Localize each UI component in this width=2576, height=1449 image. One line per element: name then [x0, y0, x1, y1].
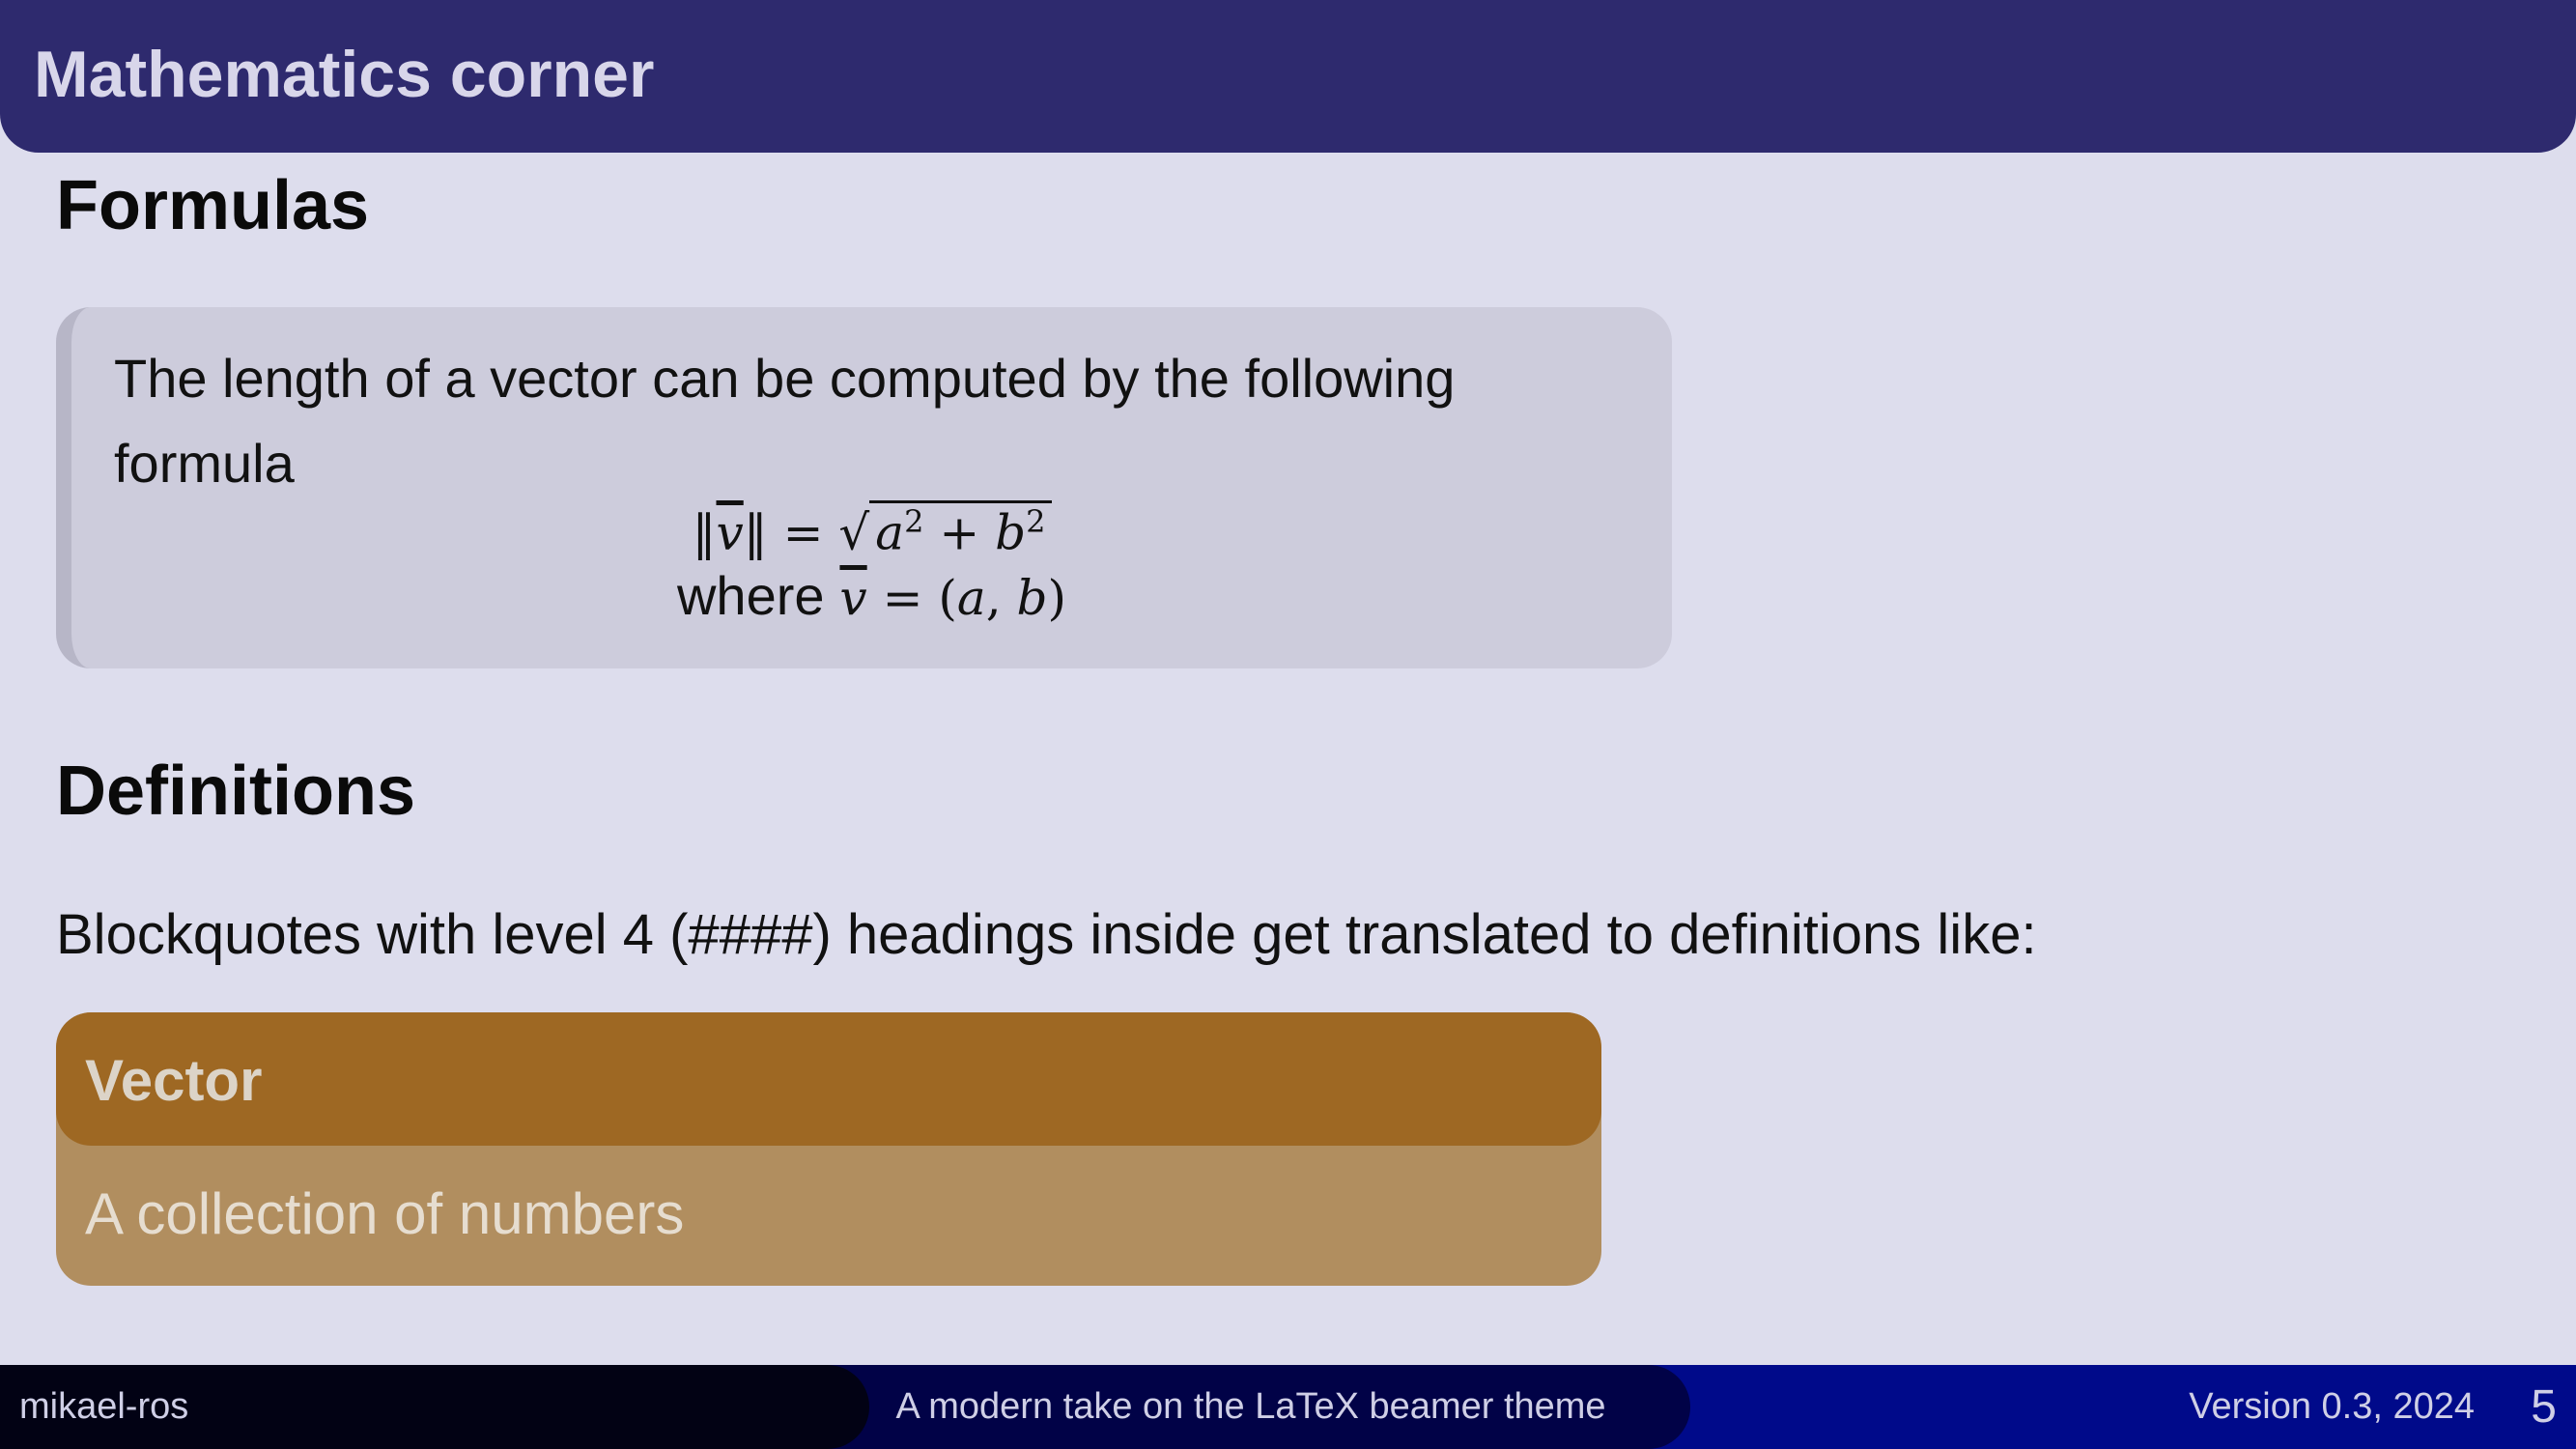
section-heading-definitions: Definitions	[56, 753, 415, 830]
formula-description: The length of a vector can be computed b…	[114, 348, 1456, 494]
definitions-intro-text: Blockquotes with level 4 (####) headings…	[56, 903, 2037, 966]
definition-header: Vector	[56, 1012, 1601, 1146]
formula-block: The length of a vector can be computed b…	[56, 307, 1672, 668]
page-number: 5	[2531, 1381, 2557, 1433]
footer-author: mikael-ros	[19, 1386, 189, 1427]
footer-bar: mikael-ros A modern take on the LaTeX be…	[0, 1365, 2576, 1449]
section-heading-formulas: Formulas	[56, 167, 370, 244]
frame-title-bar: Mathematics corner	[0, 0, 2576, 153]
definition-body: A collection of numbers	[85, 1181, 685, 1246]
footer-author-section: mikael-ros	[0, 1365, 869, 1449]
footer-subtitle-section: A modern take on the LaTeX beamer theme	[811, 1365, 1690, 1449]
frame-title: Mathematics corner	[34, 38, 655, 111]
formula-equation: ‖v‖ = √ a2 + b2	[71, 500, 1672, 561]
formula-where-line: where v = (a, b)	[676, 565, 1067, 626]
definition-block: Vector A collection of numbers	[56, 1012, 1601, 1286]
definition-term: Vector	[85, 1048, 263, 1113]
footer-subtitle: A modern take on the LaTeX beamer theme	[895, 1386, 1606, 1427]
footer-version: Version 0.3, 2024	[2189, 1386, 2475, 1427]
where-label: where	[676, 565, 825, 626]
